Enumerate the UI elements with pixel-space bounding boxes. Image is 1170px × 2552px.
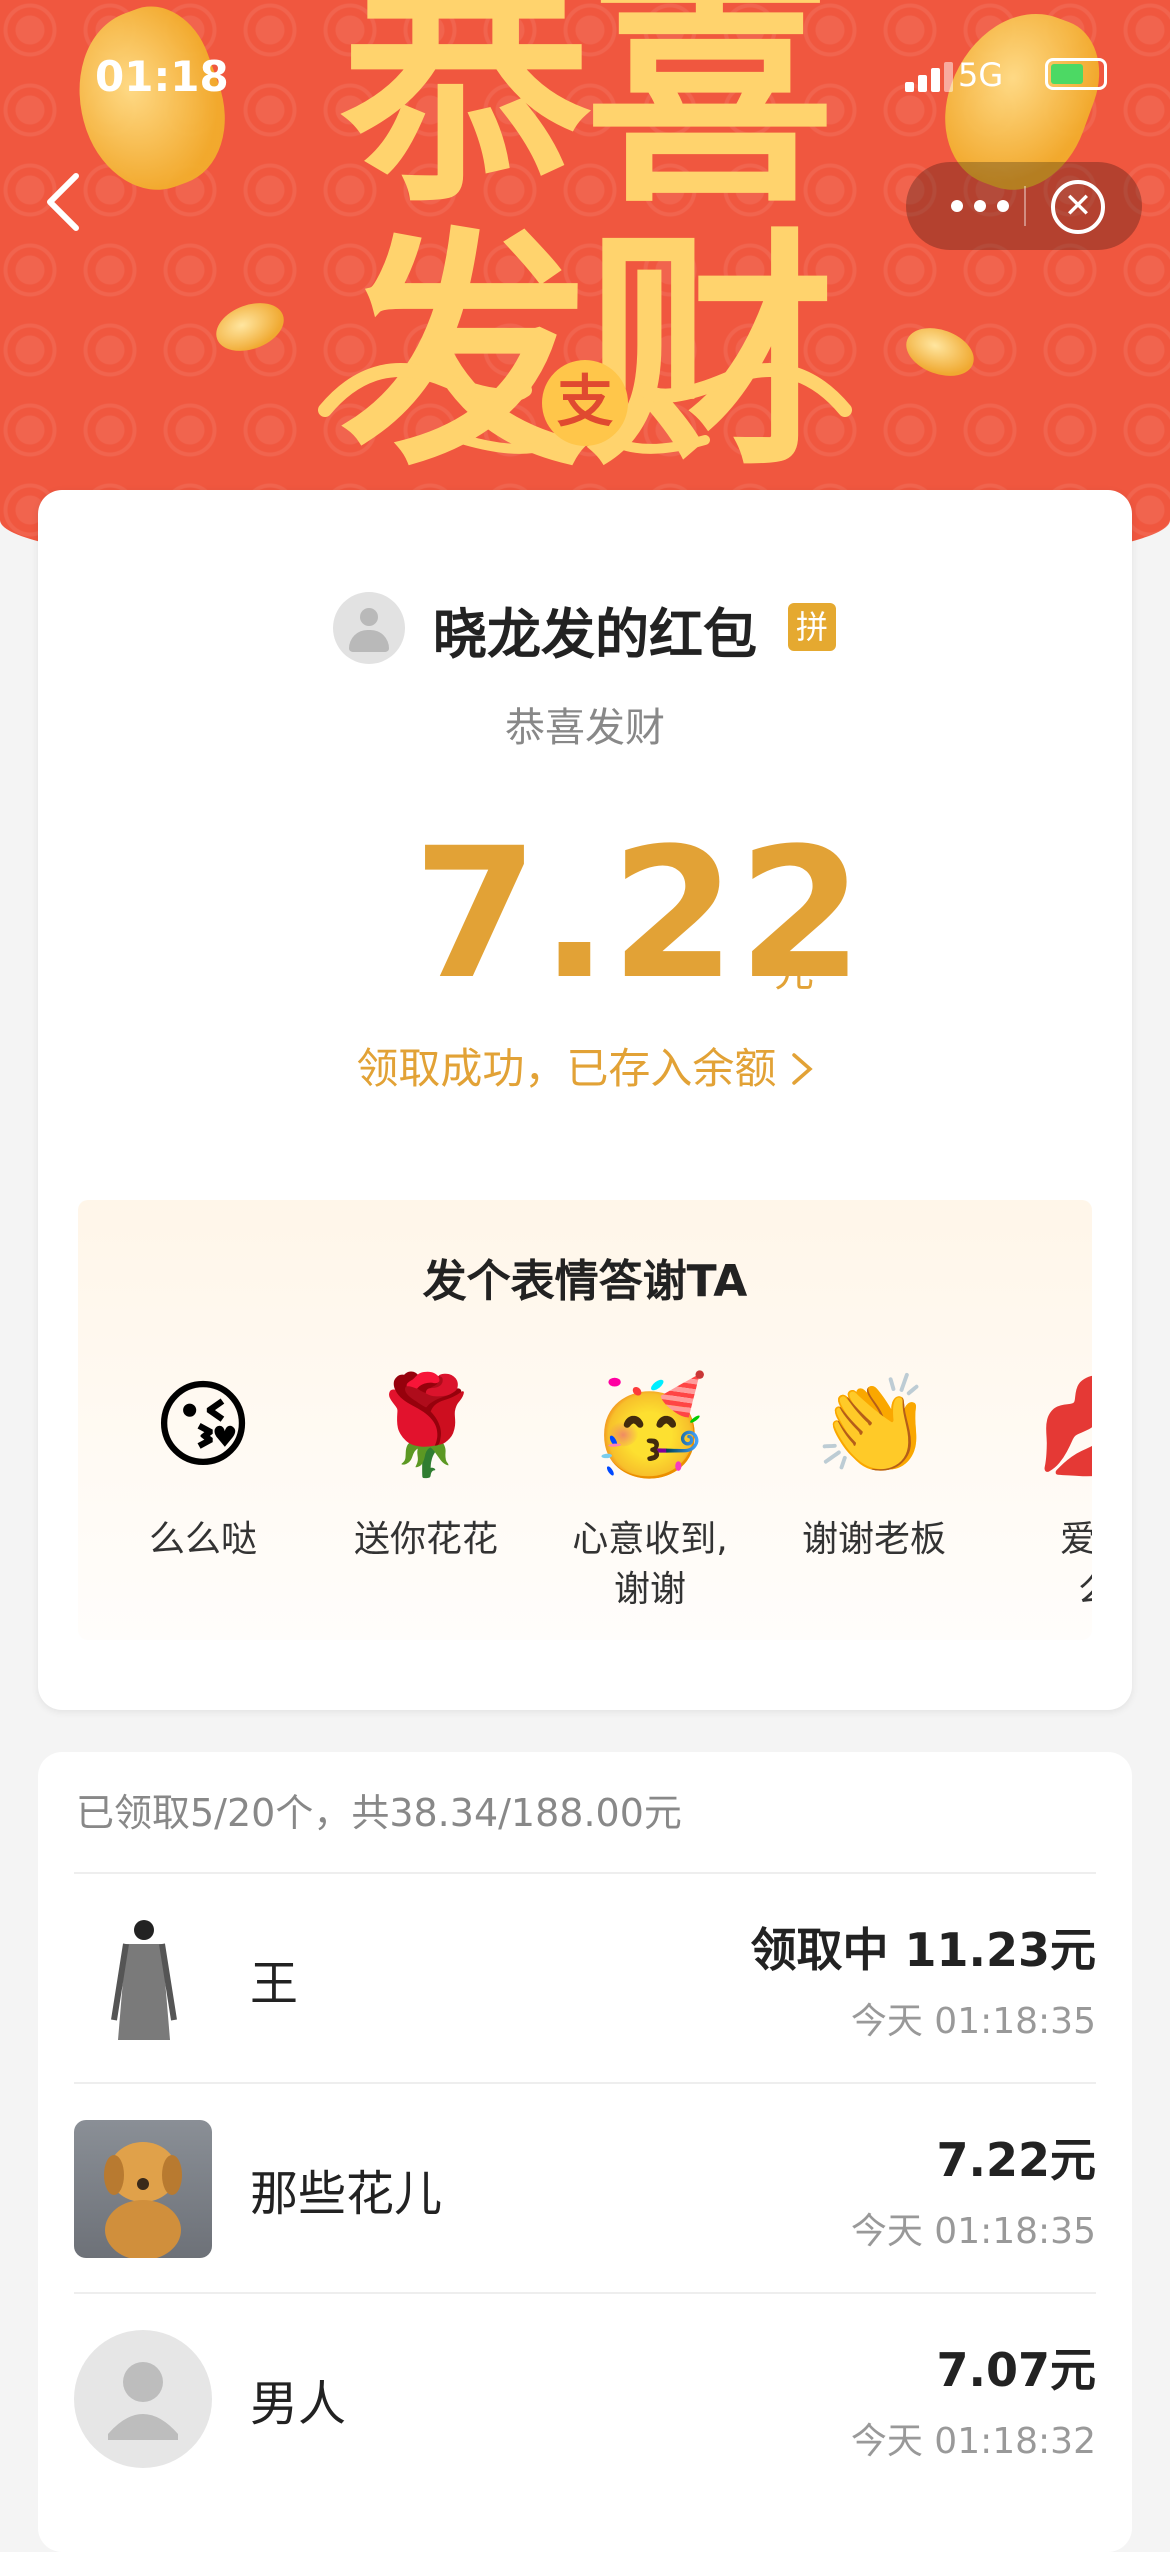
- more-button[interactable]: [940, 184, 1020, 228]
- blessing-text: 恭喜发财: [505, 705, 665, 751]
- amount-unit: 元: [774, 950, 814, 996]
- emoji-label: 心意收到, 谢谢: [572, 1519, 728, 1610]
- emoji-clap[interactable]: 👏 谢谢老板: [774, 1365, 974, 1565]
- red-packet-card: 晓龙发的红包 拼 恭喜发财 7.22 元 领取成功，已存入余额 发个表情答谢TA…: [38, 490, 1132, 1710]
- sender-avatar[interactable]: [333, 592, 405, 664]
- capsule-divider: [1024, 186, 1026, 226]
- close-circle-icon: ✕: [1063, 186, 1093, 226]
- chevron-left-icon: [47, 173, 79, 231]
- claim-time: 今天 01:18:32: [850, 2421, 1096, 2462]
- party-emoji-icon: 🥳: [590, 1369, 710, 1481]
- avatar: [74, 1910, 212, 2048]
- emoji-label: 送你花花: [353, 1519, 498, 1560]
- lips-emoji-icon: 💋: [996, 1365, 1092, 1495]
- mini-program-capsule: ✕: [906, 162, 1142, 250]
- more-dots-icon: [951, 200, 1009, 212]
- network-type: 5G: [958, 56, 1004, 94]
- sender-title: 晓龙发的红包: [433, 603, 757, 666]
- claimer-name: 男人: [250, 2376, 347, 2432]
- emoji-flower[interactable]: 🌹 送你花花: [326, 1365, 526, 1565]
- claim-row[interactable]: 王 领取中 11.23元 今天 01:18:35: [74, 1872, 1096, 2084]
- claim-row[interactable]: 那些花儿 7.22元 今天 01:18:35: [74, 2082, 1096, 2294]
- claimer-name: 王: [250, 1956, 299, 2012]
- claims-summary: 已领取5/20个，共38.34/188.00元: [76, 1791, 682, 1835]
- claim-success-text: 领取成功，已存入余额: [356, 1044, 777, 1093]
- back-button[interactable]: [40, 170, 100, 240]
- emoji-label: 么么哒: [148, 1519, 257, 1560]
- claims-list: 已领取5/20个，共38.34/188.00元 王 领取中 11.23元 今天 …: [38, 1752, 1132, 2552]
- claim-time: 今天 01:18:35: [850, 2001, 1096, 2042]
- kiss-emoji-icon: 😘: [152, 1369, 254, 1481]
- thanks-emoji-panel: 发个表情答谢TA 😘 么么哒 🌹 送你花花 🥳 心意收到, 谢谢 👏 谢谢老板 …: [78, 1200, 1092, 1640]
- claim-success-link[interactable]: 领取成功，已存入余额: [38, 1035, 1132, 1096]
- alipay-logo: 支: [542, 360, 628, 446]
- thanks-title: 发个表情答谢TA: [422, 1256, 748, 1307]
- clap-emoji-icon: 👏: [814, 1369, 934, 1481]
- claim-amount: 7.22元: [936, 2133, 1097, 2187]
- status-time: 01:18: [95, 52, 229, 101]
- battery-icon: [1045, 58, 1107, 90]
- close-button[interactable]: ✕: [1051, 180, 1105, 234]
- claim-amount: 7.07元: [936, 2343, 1097, 2397]
- emoji-label: 爱你 么: [1059, 1519, 1092, 1610]
- chevron-right-icon: [791, 1053, 813, 1085]
- pin-badge: 拼: [788, 603, 836, 651]
- emoji-kiss[interactable]: 😘 么么哒: [103, 1365, 303, 1565]
- emoji-love[interactable]: 💋 爱你 么: [996, 1365, 1092, 1615]
- signal-icon: [905, 62, 953, 92]
- claim-amount: 领取中 11.23元: [750, 1923, 1096, 1977]
- avatar: [74, 2330, 212, 2468]
- claim-time: 今天 01:18:35: [850, 2211, 1096, 2252]
- claim-row[interactable]: 男人 7.07元 今天 01:18:32: [74, 2292, 1096, 2504]
- emoji-label: 谢谢老板: [801, 1519, 946, 1560]
- status-bar: 01:18 5G: [0, 40, 1170, 110]
- claimer-name: 那些花儿: [250, 2166, 443, 2222]
- avatar: [74, 2120, 212, 2258]
- emoji-party[interactable]: 🥳 心意收到, 谢谢: [550, 1365, 750, 1615]
- rose-emoji-icon: 🌹: [366, 1369, 486, 1481]
